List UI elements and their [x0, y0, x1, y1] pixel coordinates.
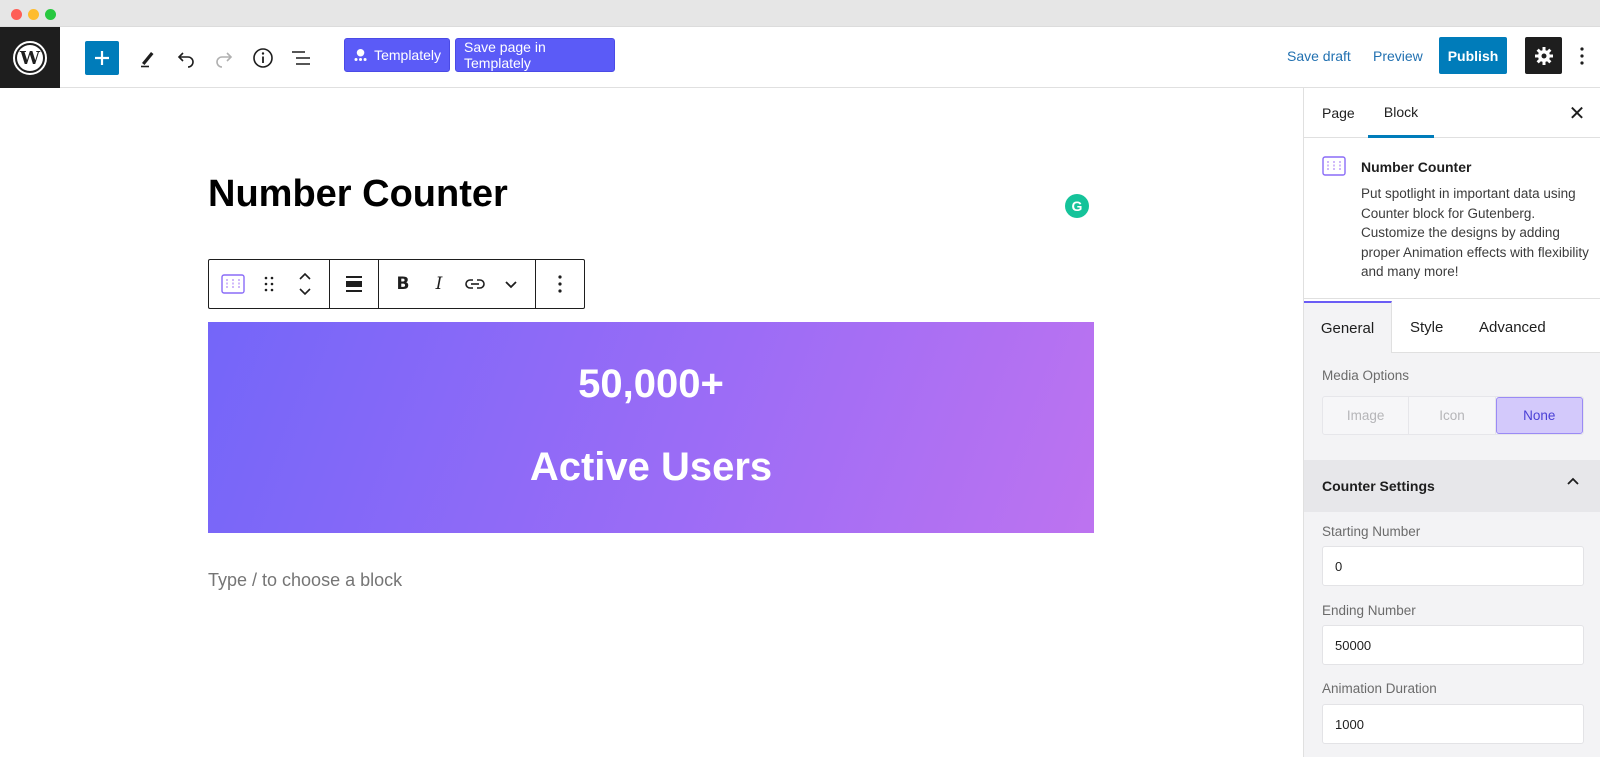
- block-card-description: Put spotlight in important data using Co…: [1361, 186, 1589, 279]
- animation-duration-input[interactable]: 1000: [1322, 704, 1584, 744]
- templately-logo-icon: [354, 48, 367, 62]
- panel-tab-advanced[interactable]: Advanced: [1479, 301, 1546, 353]
- undo-button[interactable]: [169, 41, 203, 75]
- wordpress-logo-button[interactable]: W: [0, 27, 60, 88]
- align-wide-icon: [346, 276, 362, 292]
- panel-tab-style[interactable]: Style: [1410, 301, 1443, 353]
- save-in-templately-button[interactable]: Save page in Templately: [455, 38, 615, 72]
- tab-page[interactable]: Page: [1322, 88, 1355, 138]
- block-toolbar-group-format: B I: [379, 260, 536, 308]
- pencil-icon: [141, 52, 154, 68]
- block-toolbar-group-options: [536, 260, 584, 308]
- block-type-button[interactable]: [215, 260, 251, 308]
- link-button[interactable]: [457, 260, 493, 308]
- plus-icon: [95, 51, 109, 65]
- block-appender-placeholder[interactable]: Type / to choose a block: [208, 570, 402, 591]
- window-minimize-dot[interactable]: [28, 9, 39, 20]
- chevron-up-icon: [1567, 477, 1579, 485]
- grammarly-icon: G: [1071, 198, 1083, 214]
- chevron-up-down-icon: [299, 272, 311, 296]
- details-button[interactable]: [246, 41, 280, 75]
- media-options-label: Media Options: [1322, 368, 1410, 383]
- svg-text:W: W: [19, 48, 41, 69]
- panel-tab-general[interactable]: General: [1304, 301, 1392, 353]
- settings-sidebar: Page Block ✕ Number Counter Put spotligh…: [1303, 88, 1600, 757]
- media-options-group: Image Icon None: [1322, 396, 1584, 435]
- bold-button[interactable]: B: [385, 260, 421, 308]
- page-title[interactable]: Number Counter: [208, 173, 508, 216]
- editor-top-toolbar: W Templately Save page in Templately Sav…: [0, 27, 1600, 88]
- window-maximize-dot[interactable]: [45, 9, 56, 20]
- block-toolbar-group-block: [209, 260, 330, 308]
- number-counter-block-icon: [221, 274, 245, 294]
- block-options-button[interactable]: [542, 260, 578, 308]
- block-toolbar-group-align: [330, 260, 379, 308]
- counter-settings-title: Counter Settings: [1322, 478, 1435, 494]
- options-menu-button[interactable]: [1572, 41, 1592, 71]
- chevron-down-icon: [505, 281, 517, 289]
- starting-number-input[interactable]: 0: [1322, 546, 1584, 586]
- publish-button[interactable]: Publish: [1439, 37, 1507, 74]
- gear-icon: [1534, 46, 1553, 65]
- undo-icon: [177, 52, 194, 68]
- list-view-icon: [292, 51, 310, 65]
- animation-duration-label: Animation Duration: [1322, 681, 1437, 696]
- wordpress-logo-icon: W: [13, 40, 47, 75]
- number-counter-icon: [1322, 156, 1346, 181]
- close-sidebar-button[interactable]: ✕: [1566, 102, 1588, 125]
- general-panel: Media Options Image Icon None Counter Se…: [1304, 353, 1600, 757]
- number-counter-block[interactable]: 50,000+ Active Users: [208, 322, 1094, 533]
- counter-label[interactable]: Active Users: [208, 445, 1094, 490]
- align-button[interactable]: [336, 260, 372, 308]
- panel-tabs: General Style Advanced: [1304, 301, 1600, 353]
- info-icon: [253, 48, 273, 68]
- save-draft-button[interactable]: Save draft: [1287, 48, 1351, 64]
- add-block-button[interactable]: [85, 41, 119, 75]
- link-icon: [465, 279, 485, 289]
- preview-button[interactable]: Preview: [1373, 48, 1423, 64]
- list-view-button[interactable]: [284, 41, 318, 75]
- window-chrome: [0, 0, 1600, 27]
- ending-number-input[interactable]: 50000: [1322, 625, 1584, 665]
- move-block-button[interactable]: [287, 260, 323, 308]
- templately-button[interactable]: Templately: [344, 38, 450, 72]
- block-toolbar: B I: [208, 259, 585, 309]
- settings-button[interactable]: [1525, 37, 1562, 74]
- counter-settings-header[interactable]: Counter Settings: [1304, 460, 1600, 512]
- redo-button[interactable]: [207, 41, 241, 75]
- ending-number-label: Ending Number: [1322, 603, 1416, 618]
- italic-button[interactable]: I: [421, 260, 457, 308]
- tools-button[interactable]: [130, 41, 164, 75]
- media-option-icon[interactable]: Icon: [1409, 397, 1496, 434]
- media-option-image[interactable]: Image: [1323, 397, 1410, 434]
- editor-canvas: Number Counter G B I 50,000+ Active User…: [0, 88, 1303, 757]
- vertical-ellipsis-icon: [1580, 47, 1584, 65]
- drag-handle-icon: [264, 276, 274, 292]
- vertical-ellipsis-icon: [558, 275, 562, 293]
- more-rich-text-button[interactable]: [493, 260, 529, 308]
- block-card: Number Counter Put spotlight in importan…: [1304, 139, 1600, 299]
- block-card-title: Number Counter: [1361, 159, 1472, 175]
- counter-number: 50,000+: [578, 362, 724, 406]
- sidebar-tabs: Page Block ✕: [1304, 88, 1600, 138]
- media-option-none[interactable]: None: [1495, 397, 1583, 434]
- window-close-dot[interactable]: [11, 9, 22, 20]
- starting-number-label: Starting Number: [1322, 524, 1421, 539]
- close-icon: ✕: [1568, 102, 1586, 125]
- save-in-templately-label: Save page in Templately: [464, 39, 546, 71]
- redo-icon: [216, 52, 233, 68]
- tab-block[interactable]: Block: [1368, 88, 1434, 138]
- templately-button-label: Templately: [374, 47, 441, 63]
- drag-handle[interactable]: [251, 260, 287, 308]
- grammarly-button[interactable]: G: [1065, 194, 1089, 218]
